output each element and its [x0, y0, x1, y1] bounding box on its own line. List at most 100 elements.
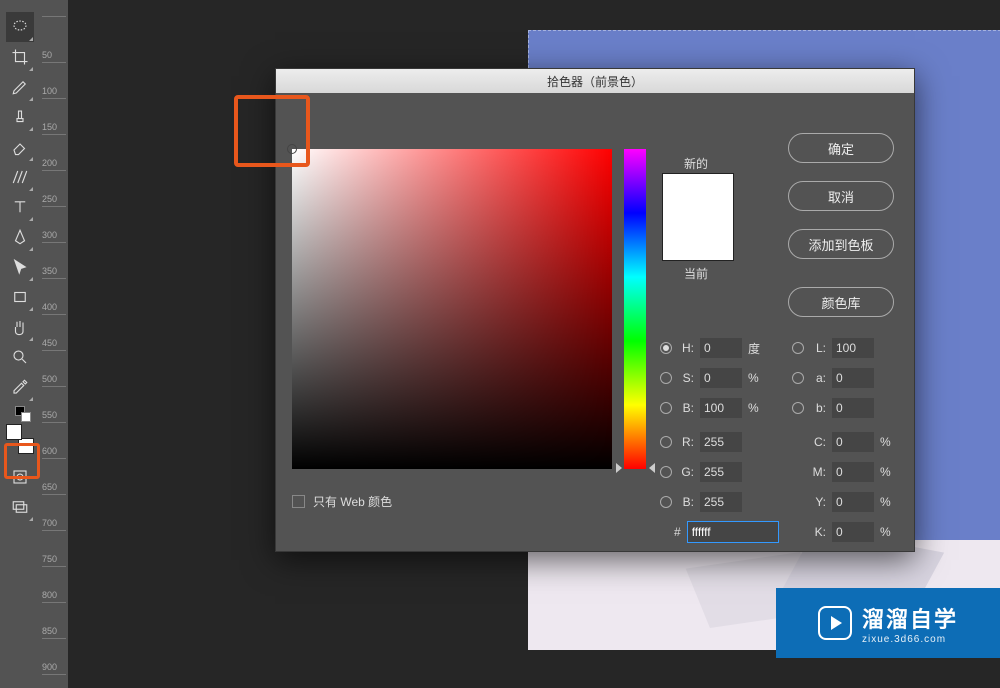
eyedropper-icon — [11, 378, 29, 396]
tool-eyedropper[interactable] — [6, 372, 34, 402]
ruler-tick: 50 — [42, 50, 66, 63]
b-hsb-input[interactable] — [700, 398, 742, 418]
m-field: M: % — [810, 461, 896, 483]
dialog-titlebar[interactable]: 拾色器（前景色） — [276, 69, 914, 93]
b-lab-input[interactable] — [832, 398, 874, 418]
ruler-tick: 750 — [42, 554, 66, 567]
bg-color-swatch[interactable] — [18, 438, 34, 454]
k-input[interactable] — [832, 522, 874, 542]
watermark: 溜溜自学 zixue.3d66.com — [776, 588, 1000, 658]
dialog-title: 拾色器（前景色） — [547, 73, 643, 90]
watermark-url: zixue.3d66.com — [862, 634, 946, 645]
color-preview — [662, 173, 734, 261]
toolbar — [0, 0, 40, 688]
ruler-tick: 550 — [42, 410, 66, 423]
cancel-button[interactable]: 取消 — [788, 181, 894, 211]
tool-brush[interactable] — [6, 72, 34, 102]
a-field: a: — [792, 367, 874, 389]
b-lab-radio[interactable] — [792, 402, 804, 414]
rect-icon — [11, 288, 29, 306]
tool-gradient[interactable] — [6, 162, 34, 192]
pen-icon — [11, 228, 29, 246]
ruler-tick: 600 — [42, 446, 66, 459]
hex-input[interactable] — [687, 521, 779, 543]
ruler-tick: 350 — [42, 266, 66, 279]
y-input[interactable] — [832, 492, 874, 512]
tool-hand[interactable] — [6, 312, 34, 342]
h-radio[interactable] — [660, 342, 672, 354]
tool-lasso[interactable] — [6, 12, 34, 42]
color-field[interactable] — [292, 149, 612, 469]
m-input[interactable] — [832, 462, 874, 482]
h-field: H: 度 — [660, 337, 764, 359]
ruler-tick: 400 — [42, 302, 66, 315]
add-swatch-button[interactable]: 添加到色板 — [788, 229, 894, 259]
r-input[interactable] — [700, 432, 742, 452]
hex-symbol: # — [674, 525, 681, 539]
default-colors[interactable] — [6, 402, 34, 420]
color-swatches[interactable] — [6, 424, 34, 454]
ruler-tick: 150 — [42, 122, 66, 135]
l-field: L: — [792, 337, 874, 359]
c-input[interactable] — [832, 432, 874, 452]
r-field: R: — [660, 431, 742, 453]
c-field: C: % — [810, 431, 896, 453]
fg-color-swatch[interactable] — [6, 424, 22, 440]
s-input[interactable] — [700, 368, 742, 388]
b-hsb-field: B: % — [660, 397, 764, 419]
watermark-title: 溜溜自学 — [862, 602, 958, 634]
g-radio[interactable] — [660, 466, 672, 478]
tool-text[interactable] — [6, 192, 34, 222]
new-color-label: 新的 — [684, 155, 708, 172]
y-field: Y: % — [810, 491, 896, 513]
s-field: S: % — [660, 367, 764, 389]
color-library-button[interactable]: 颜色库 — [788, 287, 894, 317]
b-rgb-field: B: — [660, 491, 742, 513]
eraser-icon — [11, 138, 29, 156]
r-radio[interactable] — [660, 436, 672, 448]
ruler-tick: 450 — [42, 338, 66, 351]
tool-path-select[interactable] — [6, 252, 34, 282]
web-colors-checkbox[interactable] — [292, 495, 305, 508]
tool-crop[interactable] — [6, 42, 34, 72]
tool-eraser[interactable] — [6, 132, 34, 162]
ruler-tick: 200 — [42, 158, 66, 171]
k-field: K: % — [810, 521, 896, 543]
tool-zoom[interactable] — [6, 342, 34, 372]
b-rgb-radio[interactable] — [660, 496, 672, 508]
l-radio[interactable] — [792, 342, 804, 354]
tool-stamp[interactable] — [6, 102, 34, 132]
hue-slider[interactable] — [624, 149, 646, 469]
h-input[interactable] — [700, 338, 742, 358]
tool-screenmode[interactable] — [6, 492, 34, 522]
ruler-tick: 900 — [42, 662, 66, 675]
color-field-cursor[interactable] — [287, 144, 297, 154]
g-input[interactable] — [700, 462, 742, 482]
tool-pen[interactable] — [6, 222, 34, 252]
stamp-icon — [11, 108, 29, 126]
tool-quickmask[interactable] — [6, 462, 34, 492]
b-hsb-radio[interactable] — [660, 402, 672, 414]
quickmask-icon — [11, 468, 29, 486]
play-icon — [818, 606, 852, 640]
hue-arrow-right — [649, 463, 655, 473]
web-colors-checkbox-row: 只有 Web 颜色 — [292, 493, 392, 510]
a-input[interactable] — [832, 368, 874, 388]
ruler-tick: 800 — [42, 590, 66, 603]
lasso-icon — [11, 18, 29, 36]
text-icon — [11, 198, 29, 216]
ruler-tick: 100 — [42, 86, 66, 99]
ruler-tick: 700 — [42, 518, 66, 531]
a-radio[interactable] — [792, 372, 804, 384]
ok-button[interactable]: 确定 — [788, 133, 894, 163]
b-lab-field: b: — [792, 397, 874, 419]
brush-icon — [11, 78, 29, 96]
ruler-tick: 650 — [42, 482, 66, 495]
tool-shape[interactable] — [6, 282, 34, 312]
l-input[interactable] — [832, 338, 874, 358]
gradient-icon — [11, 168, 29, 186]
current-color-label: 当前 — [684, 265, 708, 282]
b-rgb-input[interactable] — [700, 492, 742, 512]
s-radio[interactable] — [660, 372, 672, 384]
ruler-tick — [42, 14, 66, 17]
